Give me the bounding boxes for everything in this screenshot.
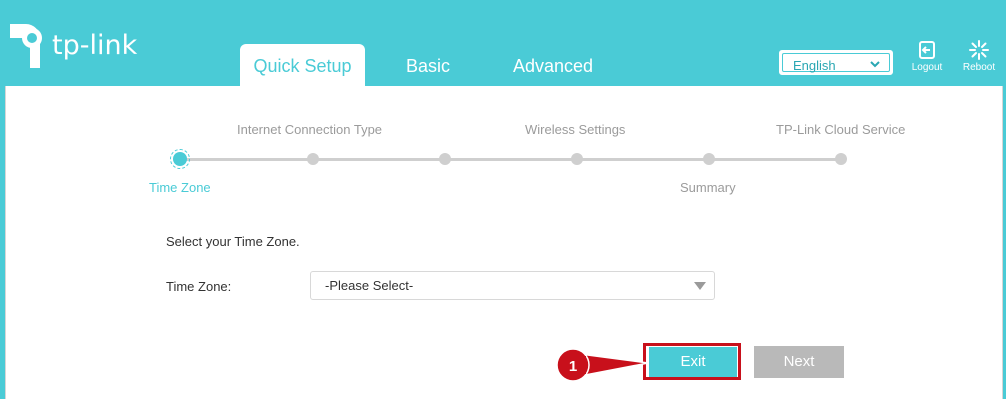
- instruction-text: Select your Time Zone.: [166, 234, 300, 249]
- progress-track: [181, 158, 841, 161]
- top-header: tp-link Quick Setup Basic Advanced Engli…: [0, 0, 1006, 86]
- step-label-summary: Summary: [680, 180, 736, 195]
- step-dot-3: [439, 153, 451, 165]
- reboot-button[interactable]: Reboot: [956, 40, 1002, 73]
- step-label-internet-connection: Internet Connection Type: [237, 122, 383, 137]
- step-dot-time-zone: [173, 152, 187, 166]
- brand-name: tp-link: [52, 30, 138, 61]
- caret-down-icon: [694, 282, 706, 290]
- step-label-time-zone: Time Zone: [149, 180, 211, 195]
- timezone-value: -Please Select-: [325, 278, 414, 293]
- step-dot-cloud-service: [835, 153, 847, 165]
- annotation-callout: 1: [556, 348, 649, 382]
- reboot-icon: [969, 40, 989, 60]
- step-dot-summary: [703, 153, 715, 165]
- step-label-wireless-settings: Wireless Settings: [525, 122, 626, 137]
- step-dot-internet-connection: [307, 153, 319, 165]
- step-label-cloud-service: TP-Link Cloud Service: [776, 122, 906, 137]
- tab-basic[interactable]: Basic: [390, 44, 466, 86]
- exit-button[interactable]: Exit: [649, 347, 737, 377]
- logout-button[interactable]: Logout: [904, 40, 950, 73]
- language-value: English: [793, 58, 836, 73]
- tab-advanced[interactable]: Advanced: [500, 44, 606, 86]
- timezone-label: Time Zone:: [166, 279, 232, 294]
- reboot-label: Reboot: [962, 62, 996, 73]
- step-dot-wireless-settings: [571, 153, 583, 165]
- timezone-select[interactable]: -Please Select-: [310, 271, 715, 300]
- chevron-down-icon: [870, 61, 880, 68]
- logout-label: Logout: [911, 62, 943, 73]
- annotation-number: 1: [569, 358, 577, 375]
- next-button[interactable]: Next: [754, 346, 844, 378]
- logout-icon: [919, 41, 935, 59]
- tab-quick-setup[interactable]: Quick Setup: [240, 44, 365, 86]
- language-select[interactable]: English: [779, 50, 893, 75]
